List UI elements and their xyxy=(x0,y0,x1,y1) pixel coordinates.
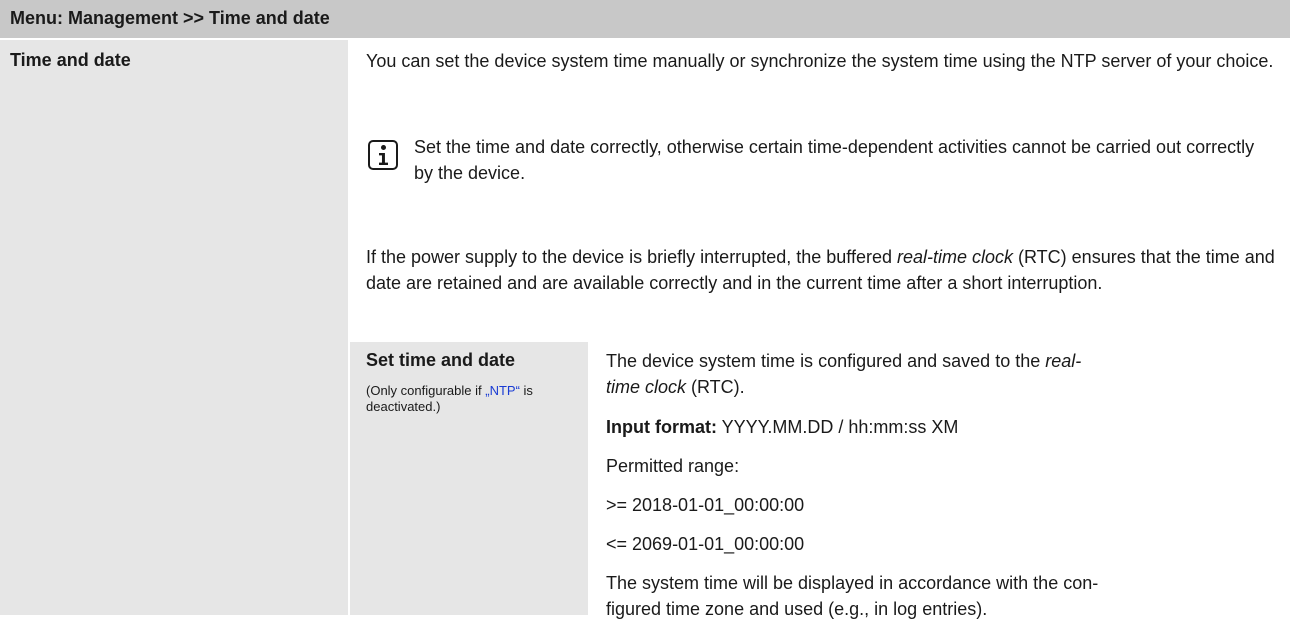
table-header: Menu: Management >> Time and date xyxy=(0,0,1290,40)
info-icon xyxy=(368,140,398,170)
input-format-line: Input format: YYYY.MM.DD / hh:mm:ss XM xyxy=(606,414,1276,440)
row-label-time-and-date: Time and date xyxy=(10,50,131,70)
rtc-term: real-time clock xyxy=(896,247,1014,267)
time-and-date-table: Menu: Management >> Time and date Time a… xyxy=(0,0,1290,619)
desc-italic-1: real- xyxy=(1045,351,1082,371)
desc-italic-2: time clock xyxy=(606,377,687,397)
ntp-condition-note: (Only configurable if „NTP“ is deactivat… xyxy=(366,383,578,415)
ntp-cross-reference-link[interactable]: „NTP“ xyxy=(485,383,520,398)
menu-path-title: Menu: Management >> Time and date xyxy=(10,8,330,28)
permitted-range-label: Permitted range: xyxy=(606,456,740,476)
set-time-and-date-label: Set time and date xyxy=(366,350,516,370)
ntp-note-before: (Only configurable if xyxy=(366,383,486,398)
set-time-description: The device system time is configured and… xyxy=(606,348,1276,400)
display-note-line-1: The system time will be displayed in acc… xyxy=(606,573,1099,593)
range-minimum: >= 2018-01-01_00:00:00 xyxy=(606,495,805,515)
display-note: The system time will be displayed in acc… xyxy=(606,570,1276,622)
intro-paragraph: You can set the device system time manua… xyxy=(366,51,1274,71)
input-format-label: Input format: xyxy=(606,417,717,437)
rtc-text-before: If the power supply to the device is bri… xyxy=(366,247,897,267)
input-format-value: YYYY.MM.DD / hh:mm:ss XM xyxy=(716,417,959,437)
row-label-cell: Time and date xyxy=(0,40,350,615)
range-maximum: <= 2069-01-01_00:00:00 xyxy=(606,534,805,554)
desc-after: (RTC). xyxy=(686,377,745,397)
desc-before: The device system time is configured and… xyxy=(606,351,1046,371)
subrow-label-cell: Set time and date (Only configurable if … xyxy=(350,342,590,615)
display-note-line-2: figured time zone and used (e.g., in log… xyxy=(606,599,988,619)
info-note-text: Set the time and date correctly, otherwi… xyxy=(414,137,1255,183)
rtc-paragraph: If the power supply to the device is bri… xyxy=(366,244,1276,296)
